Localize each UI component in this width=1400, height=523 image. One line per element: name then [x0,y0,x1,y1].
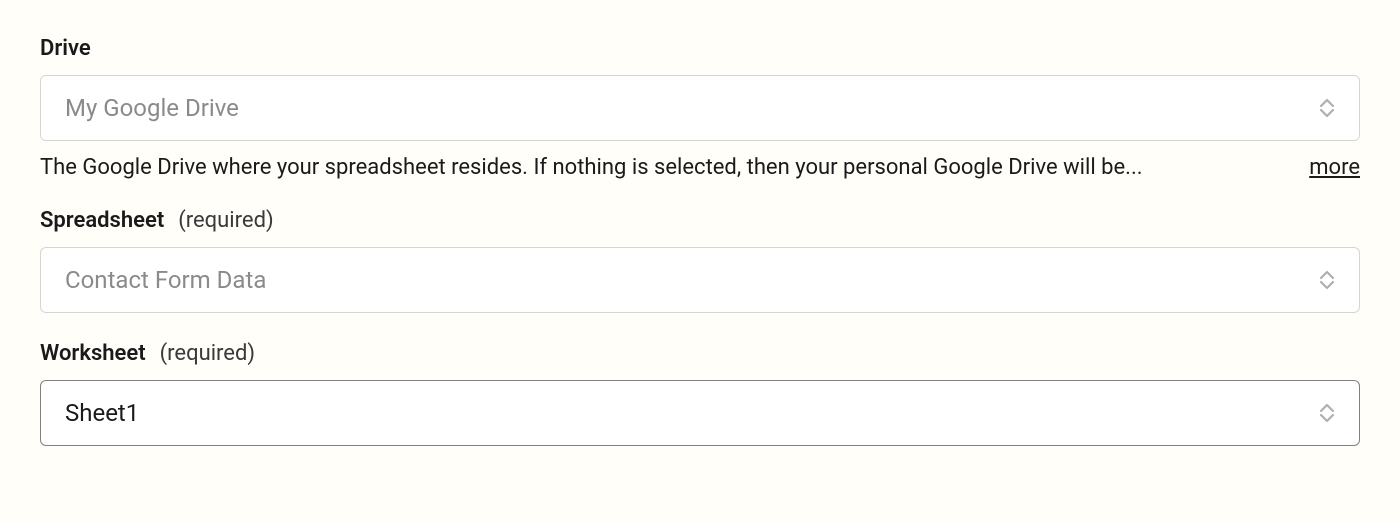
worksheet-label: Worksheet [40,341,146,366]
drive-label: Drive [40,36,91,61]
spreadsheet-select[interactable]: Contact Form Data [40,247,1360,313]
spreadsheet-label: Spreadsheet [40,208,164,233]
drive-field-group: Drive My Google Drive The Google Drive w… [40,36,1360,180]
up-down-icon [1319,270,1335,290]
drive-select-value: My Google Drive [65,94,239,122]
drive-select[interactable]: My Google Drive [40,75,1360,141]
worksheet-select[interactable]: Sheet1 [40,380,1360,446]
worksheet-select-value: Sheet1 [65,399,139,427]
worksheet-field-group: Worksheet (required) Sheet1 [40,341,1360,446]
spreadsheet-required-hint: (required) [178,208,273,233]
spreadsheet-label-row: Spreadsheet (required) [40,208,1360,233]
worksheet-required-hint: (required) [160,341,255,366]
drive-label-row: Drive [40,36,1360,61]
drive-help-row: The Google Drive where your spreadsheet … [40,155,1360,180]
spreadsheet-select-value: Contact Form Data [65,266,266,294]
worksheet-label-row: Worksheet (required) [40,341,1360,366]
drive-more-link[interactable]: more [1309,155,1360,180]
up-down-icon [1319,403,1335,423]
drive-help-text: The Google Drive where your spreadsheet … [40,155,1285,180]
spreadsheet-field-group: Spreadsheet (required) Contact Form Data [40,208,1360,313]
up-down-icon [1319,98,1335,118]
